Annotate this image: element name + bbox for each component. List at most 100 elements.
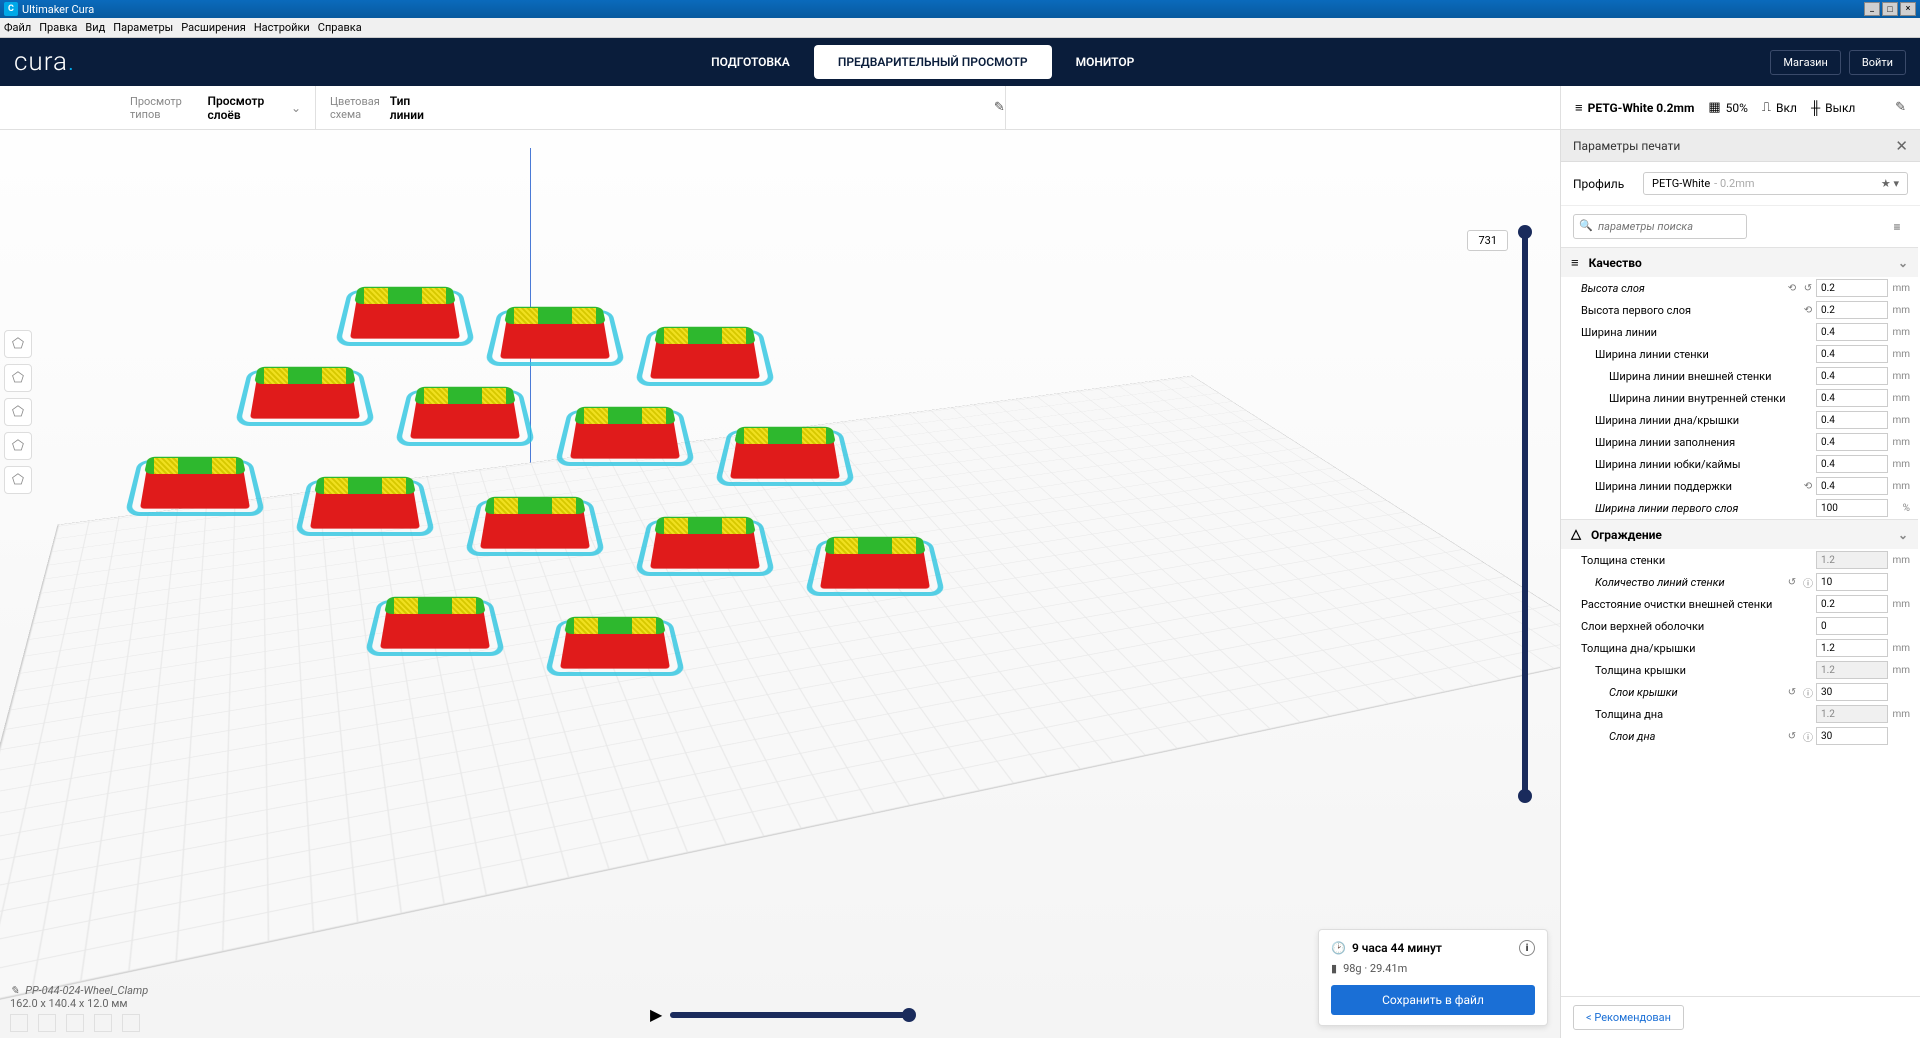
pencil-icon: ✎ [10, 984, 19, 997]
edit-icon[interactable]: ✎ [994, 100, 1005, 115]
edit-settings-icon[interactable]: ✎ [1895, 100, 1906, 115]
tool-view-5[interactable]: ⬠ [4, 466, 32, 494]
print-summary-bar[interactable]: ≡PETG-White 0.2mm ▦50% ⎍Вкл ╫Выкл ✎ [1560, 86, 1920, 129]
tab-preview[interactable]: ПРЕДВАРИТЕЛЬНЫЙ ПРОСМОТР [814, 45, 1052, 79]
input-wall-line-count[interactable] [1816, 573, 1888, 591]
second-bar: Просмотр типов Просмотр слоёв ⌄ Цветовая… [0, 86, 1920, 130]
infill-icon: ▦ [1708, 100, 1720, 115]
tool-view-3[interactable]: ⬠ [4, 398, 32, 426]
input-bottom-layers[interactable] [1816, 727, 1888, 745]
tool-view-1[interactable]: ⬠ [4, 330, 32, 358]
save-to-file-button[interactable]: Сохранить в файл [1331, 985, 1535, 1015]
print-time: 9 часа 44 минут [1352, 941, 1442, 955]
recommended-mode-button[interactable]: < Рекомендован [1573, 1005, 1684, 1030]
menu-view[interactable]: Вид [85, 21, 105, 34]
menu-file[interactable]: Файл [4, 21, 31, 34]
reset-icon[interactable]: ↺ [1784, 687, 1800, 698]
material-icon: ▮ [1331, 962, 1337, 975]
input-outer-wall-wipe[interactable] [1816, 595, 1888, 613]
input-initial-line-width[interactable] [1816, 499, 1888, 517]
view-right-button[interactable] [122, 1014, 140, 1032]
link-icon[interactable]: ⟲ [1800, 481, 1816, 492]
menu-extensions[interactable]: Расширения [181, 21, 246, 34]
input-top-thickness[interactable] [1816, 661, 1888, 679]
input-wall-thickness[interactable] [1816, 551, 1888, 569]
fx-icon[interactable]: ⓘ [1800, 729, 1816, 744]
chevron-down-icon: ⌄ [1898, 528, 1908, 542]
settings-search-input[interactable] [1573, 214, 1747, 239]
info-icon[interactable]: i [1519, 940, 1535, 956]
window-minimize-button[interactable]: _ [1864, 2, 1880, 16]
star-icon: ★ ▾ [1881, 177, 1899, 190]
profile-label: Профиль [1573, 177, 1633, 191]
view-type-selector[interactable]: Просмотр типов Просмотр слоёв ⌄ [116, 86, 316, 129]
input-inner-wall-line-width[interactable] [1816, 389, 1888, 407]
view-front-button[interactable] [38, 1014, 56, 1032]
simulation-slider[interactable] [670, 1012, 910, 1018]
tab-monitor[interactable]: МОНИТОР [1052, 45, 1159, 79]
input-infill-line-width[interactable] [1816, 433, 1888, 451]
marketplace-button[interactable]: Магазин [1770, 50, 1840, 75]
chevron-down-icon: ⌄ [1898, 256, 1908, 270]
support-icon: ⎍ [1762, 100, 1771, 115]
app-icon: C [4, 2, 18, 16]
tool-view-4[interactable]: ⬠ [4, 432, 32, 460]
panel-title: Параметры печати [1573, 139, 1680, 153]
layer-number-label[interactable]: 731 [1467, 230, 1508, 251]
settings-menu-button[interactable]: ≡ [1886, 214, 1908, 239]
fx-icon[interactable]: ⓘ [1800, 575, 1816, 590]
input-bottom-thickness[interactable] [1816, 705, 1888, 723]
left-toolbar: ⬠ ⬠ ⬠ ⬠ ⬠ [4, 330, 32, 494]
input-topbot-line-width[interactable] [1816, 411, 1888, 429]
reset-icon[interactable]: ↺ [1800, 283, 1816, 294]
category-shell[interactable]: △Ограждение⌄ [1561, 519, 1918, 549]
reset-icon[interactable]: ↺ [1784, 731, 1800, 742]
window-title: Ultimaker Cura [22, 3, 94, 16]
profile-icon: ≡ [1575, 100, 1583, 116]
signin-button[interactable]: Войти [1849, 50, 1906, 75]
menu-settings[interactable]: Параметры [113, 21, 173, 34]
view-3d-button[interactable] [10, 1014, 28, 1032]
input-initial-layer-height[interactable] [1816, 301, 1888, 319]
reset-icon[interactable]: ↺ [1784, 577, 1800, 588]
view-left-button[interactable] [94, 1014, 112, 1032]
search-icon: 🔍 [1579, 219, 1593, 232]
chevron-down-icon: ⌄ [291, 101, 301, 115]
view-top-button[interactable] [66, 1014, 84, 1032]
fx-icon[interactable]: ⓘ [1800, 685, 1816, 700]
input-topbot-thickness[interactable] [1816, 639, 1888, 657]
material-usage: 98g · 29.41m [1343, 962, 1407, 975]
layer-slider[interactable] [1510, 230, 1540, 798]
tab-prepare[interactable]: ПОДГОТОВКА [687, 45, 814, 79]
input-layer-height[interactable] [1816, 279, 1888, 297]
profile-selector[interactable]: PETG-White - 0.2mm ★ ▾ [1643, 172, 1908, 195]
category-quality[interactable]: ≡Качество⌄ [1561, 247, 1918, 277]
3d-viewport[interactable]: ⬠ ⬠ ⬠ ⬠ ⬠ ✎PP-044-024-Wheel_Clamp 162.0 … [0, 130, 1560, 1038]
quality-icon: ≡ [1571, 255, 1579, 271]
input-line-width[interactable] [1816, 323, 1888, 341]
stage-tabs: ПОДГОТОВКА ПРЕДВАРИТЕЛЬНЫЙ ПРОСМОТР МОНИ… [687, 45, 1158, 79]
save-card: 🕑 9 часа 44 минут i ▮ 98g · 29.41m Сохра… [1318, 929, 1548, 1026]
window-maximize-button[interactable]: □ [1882, 2, 1898, 16]
input-top-layers[interactable] [1816, 683, 1888, 701]
adhesion-icon: ╫ [1811, 100, 1820, 116]
input-top-shell-layers[interactable] [1816, 617, 1888, 635]
input-skirt-line-width[interactable] [1816, 455, 1888, 473]
input-outer-wall-line-width[interactable] [1816, 367, 1888, 385]
play-button[interactable]: ▶ [650, 1005, 662, 1024]
color-scheme-selector[interactable]: Цветовая схема Тип линии ✎ [316, 86, 1006, 129]
input-support-line-width[interactable] [1816, 477, 1888, 495]
input-wall-line-width[interactable] [1816, 345, 1888, 363]
top-bar: cura. ПОДГОТОВКА ПРЕДВАРИТЕЛЬНЫЙ ПРОСМОТ… [0, 38, 1920, 86]
link-icon[interactable]: ⟲ [1800, 305, 1816, 316]
menu-help[interactable]: Справка [318, 21, 362, 34]
menu-preferences[interactable]: Настройки [254, 21, 310, 34]
tool-view-2[interactable]: ⬠ [4, 364, 32, 392]
close-panel-button[interactable]: ✕ [1895, 137, 1908, 155]
app-logo: cura. [14, 47, 75, 77]
window-close-button[interactable]: × [1900, 2, 1916, 16]
link-icon[interactable]: ⟲ [1784, 283, 1800, 294]
menu-bar: Файл Правка Вид Параметры Расширения Нас… [0, 18, 1920, 38]
print-settings-panel: Параметры печати ✕ Профиль PETG-White - … [1560, 130, 1920, 1038]
menu-edit[interactable]: Правка [39, 21, 77, 34]
